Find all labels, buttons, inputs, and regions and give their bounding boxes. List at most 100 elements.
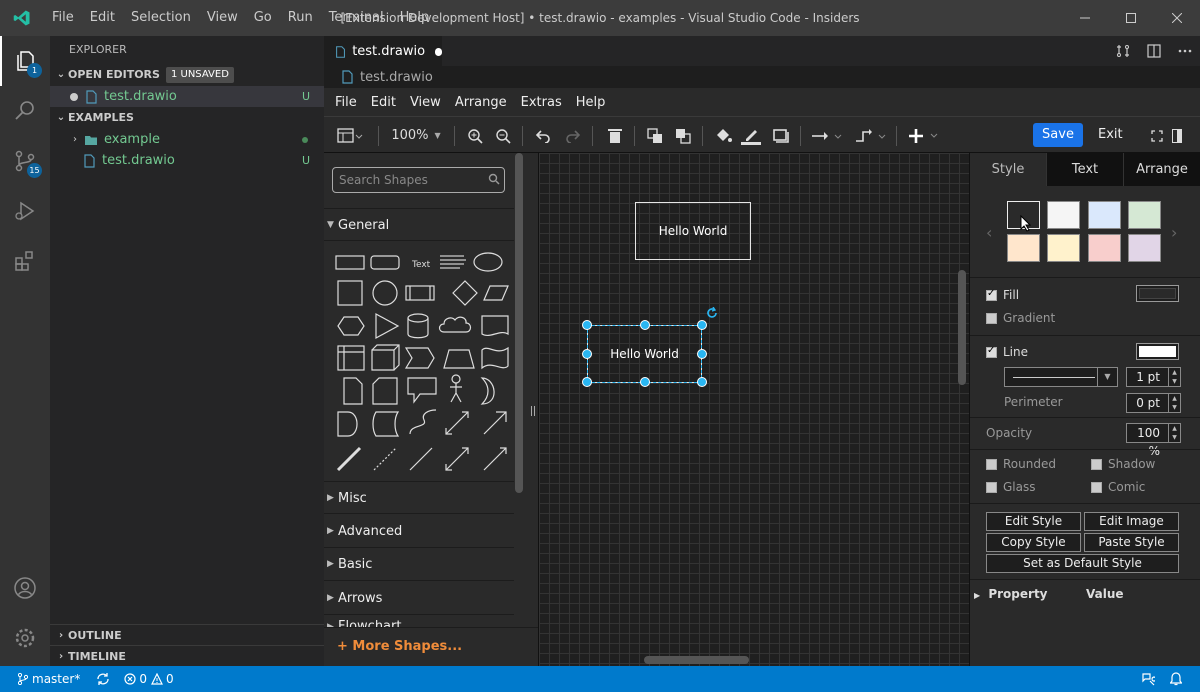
stepper-icon[interactable]: ▲ ▼ (1168, 424, 1180, 442)
shadow-checkbox[interactable] (1091, 458, 1102, 470)
to-back-button[interactable] (672, 117, 694, 154)
fullscreen-button[interactable] (1150, 117, 1164, 154)
dirty-dot-icon[interactable] (435, 47, 442, 56)
copy-style-button[interactable]: Copy Style (986, 533, 1081, 552)
more-shapes-button[interactable]: + More Shapes... (337, 639, 462, 654)
line-checkbox[interactable] (986, 345, 997, 358)
drawio-menu-edit[interactable]: Edit (364, 95, 403, 110)
insert-button[interactable] (908, 117, 942, 154)
drawio-menu-file[interactable]: File (328, 95, 364, 110)
search-shapes-input[interactable]: Search Shapes (332, 167, 505, 193)
comic-checkbox[interactable] (1091, 481, 1102, 493)
more-actions-button[interactable] (1169, 36, 1200, 66)
run-activity[interactable] (0, 186, 50, 236)
resize-handle-s[interactable] (640, 377, 650, 387)
accounts-activity[interactable] (0, 563, 50, 613)
open-editors-section[interactable]: ⌄ OPEN EDITORS 1 UNSAVED (50, 64, 324, 86)
tab-text[interactable]: Text (1046, 153, 1123, 186)
file-item-test-drawio[interactable]: test.drawio U (50, 150, 324, 171)
fill-row[interactable]: Fill (986, 288, 1019, 302)
open-editor-item[interactable]: test.drawio U (50, 86, 324, 107)
connection-style-button[interactable] (810, 117, 844, 154)
property-header[interactable]: ▶ Property Value (974, 587, 1199, 603)
breadcrumb[interactable]: test.drawio (324, 66, 1200, 88)
panel-splitter[interactable] (531, 406, 535, 416)
redo-button[interactable] (562, 117, 584, 154)
undo-button[interactable] (532, 117, 554, 154)
resize-handle-sw[interactable] (582, 377, 592, 387)
outline-section[interactable]: › OUTLINE (50, 624, 324, 645)
category-arrows[interactable]: ▶ Arrows (324, 582, 514, 615)
canvas-horizontal-scrollbar[interactable] (644, 656, 749, 664)
zoom-out-button[interactable] (492, 117, 514, 154)
timeline-section[interactable]: › TIMELINE (50, 645, 324, 666)
feedback-icon[interactable] (1141, 672, 1155, 686)
rounded-row[interactable]: Rounded (986, 457, 1056, 471)
extensions-activity[interactable] (0, 236, 50, 286)
rotate-handle-icon[interactable] (706, 307, 718, 319)
resize-handle-w[interactable] (582, 349, 592, 359)
menu-go[interactable]: Go (246, 0, 280, 36)
waypoints-button[interactable] (854, 117, 888, 154)
format-panel-toggle[interactable] (332, 117, 368, 154)
drawio-menu-extras[interactable]: Extras (514, 95, 569, 110)
diagram-canvas[interactable]: Hello World Hello World (539, 153, 969, 666)
line-pattern-select[interactable]: ▼ (1004, 367, 1118, 387)
fill-color-picker[interactable] (1136, 285, 1179, 302)
zoom-in-button[interactable] (464, 117, 486, 154)
menu-file[interactable]: File (44, 0, 82, 36)
category-misc[interactable]: ▶ Misc (324, 481, 514, 514)
folder-item-example[interactable]: › example (50, 129, 324, 150)
fill-color-button[interactable] (712, 117, 734, 154)
line-row[interactable]: Line (986, 345, 1028, 359)
shapes-scrollbar[interactable] (515, 153, 523, 493)
drawio-menu-view[interactable]: View (403, 95, 448, 110)
resize-handle-e[interactable] (697, 349, 707, 359)
close-window-button[interactable] (1154, 0, 1200, 36)
error-icon[interactable] (124, 673, 136, 685)
category-basic[interactable]: ▶ Basic (324, 548, 514, 581)
chevron-left-icon[interactable]: ‹ (986, 223, 992, 242)
style-swatch-6[interactable] (1047, 234, 1080, 262)
style-swatch-7[interactable] (1088, 234, 1121, 262)
save-button[interactable]: Save (1033, 123, 1083, 147)
comic-row[interactable]: Comic (1091, 480, 1145, 494)
diagram-node-hello-world-selected[interactable]: Hello World (587, 325, 702, 383)
glass-row[interactable]: Glass (986, 480, 1036, 494)
collapse-button[interactable] (1170, 117, 1184, 154)
manage-activity[interactable] (0, 613, 50, 663)
resize-handle-nw[interactable] (582, 320, 592, 330)
branch-label[interactable]: master* (32, 672, 80, 686)
resize-handle-se[interactable] (697, 377, 707, 387)
line-color-picker[interactable] (1136, 343, 1179, 360)
minimize-button[interactable] (1062, 0, 1108, 36)
sync-icon[interactable] (96, 673, 110, 685)
edit-image-button[interactable]: Edit Image (1084, 512, 1179, 531)
paste-style-button[interactable]: Paste Style (1084, 533, 1179, 552)
tab-test-drawio[interactable]: test.drawio (324, 36, 442, 66)
explorer-activity[interactable]: 1 (0, 36, 50, 86)
stepper-icon[interactable]: ▲ ▼ (1168, 368, 1180, 386)
search-activity[interactable] (0, 86, 50, 136)
opacity-input[interactable]: 100 % ▲ ▼ (1126, 423, 1181, 458)
category-general[interactable]: ▼ General (324, 208, 514, 241)
line-width-input[interactable]: 1 pt ▲ ▼ (1126, 367, 1181, 387)
perimeter-input[interactable]: 0 pt ▲ ▼ (1126, 393, 1181, 413)
canvas-vertical-scrollbar[interactable] (958, 270, 966, 385)
edit-style-button[interactable]: Edit Style (986, 512, 1081, 531)
scm-activity[interactable]: 15 (0, 136, 50, 186)
category-flowchart[interactable]: ▶ Flowchart (324, 615, 514, 627)
menu-selection[interactable]: Selection (123, 0, 199, 36)
gradient-checkbox[interactable] (986, 312, 997, 324)
style-swatch-5[interactable] (1007, 234, 1040, 262)
exit-button[interactable]: Exit (1098, 123, 1123, 147)
menu-view[interactable]: View (199, 0, 246, 36)
line-color-button[interactable] (740, 117, 762, 154)
compare-changes-button[interactable] (1107, 36, 1138, 66)
style-swatch-4[interactable] (1128, 201, 1161, 229)
drawio-menu-arrange[interactable]: Arrange (448, 95, 514, 110)
shadow-button[interactable] (770, 117, 792, 154)
style-swatch-2[interactable] (1047, 201, 1080, 229)
glass-checkbox[interactable] (986, 481, 997, 493)
resize-handle-n[interactable] (640, 320, 650, 330)
